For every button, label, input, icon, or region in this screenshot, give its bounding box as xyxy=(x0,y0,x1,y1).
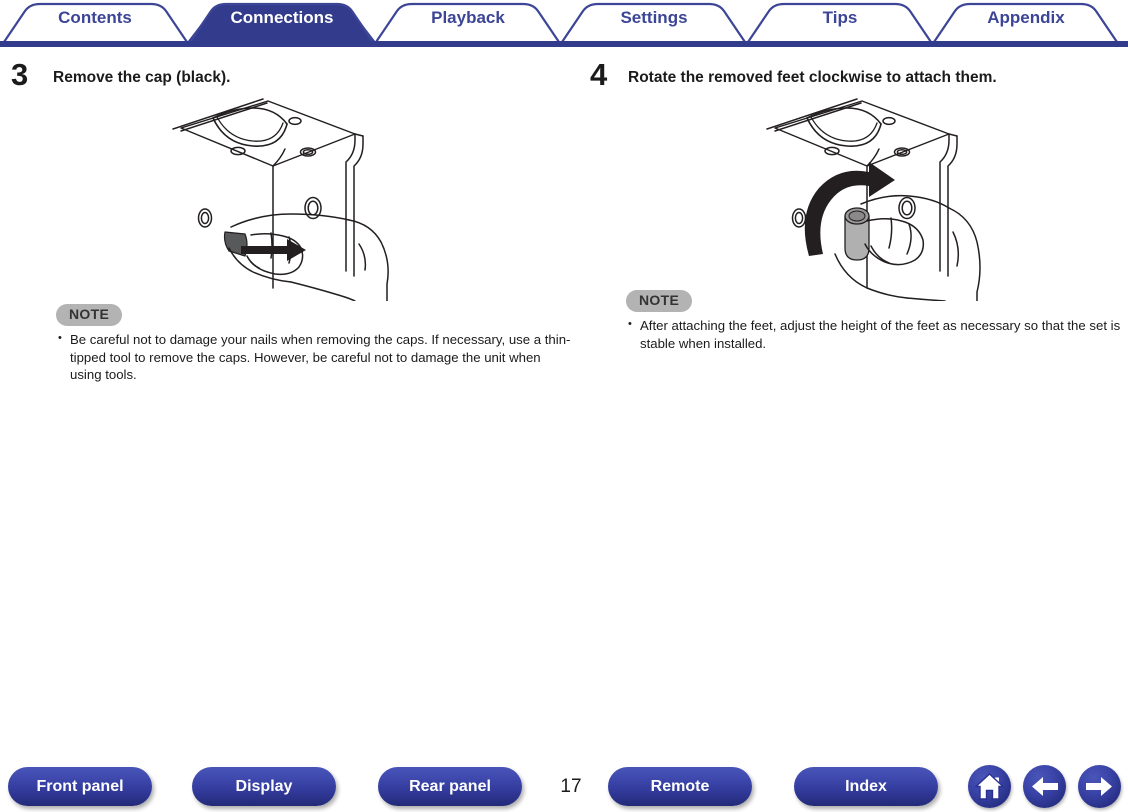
note-badge: NOTE xyxy=(626,290,693,312)
note-list: After attaching the feet, adjust the hei… xyxy=(626,316,1128,352)
figure-rotate-feet xyxy=(572,96,1128,301)
arrow-right-icon xyxy=(1086,777,1112,796)
home-icon xyxy=(974,773,1005,800)
tab-contents[interactable]: Contents xyxy=(35,7,155,29)
step-number: 4 xyxy=(590,57,608,92)
home-button[interactable] xyxy=(968,765,1011,808)
previous-page-button[interactable] xyxy=(1023,765,1066,808)
arrow-left-icon xyxy=(1032,777,1058,796)
note-item: After attaching the feet, adjust the hei… xyxy=(626,316,1128,352)
note-block: NOTE After attaching the feet, adjust th… xyxy=(626,290,1128,352)
tab-appendix[interactable]: Appendix xyxy=(966,7,1086,29)
step-heading: 3 Remove the cap (black). xyxy=(8,58,564,96)
note-item: Be careful not to damage your nails when… xyxy=(56,330,575,384)
step-title: Remove the cap (black). xyxy=(53,69,231,86)
front-panel-button[interactable]: Front panel xyxy=(8,767,152,806)
tab-tips[interactable]: Tips xyxy=(780,7,900,29)
note-block: NOTE Be careful not to damage your nails… xyxy=(56,304,570,384)
index-button[interactable]: Index xyxy=(794,767,938,806)
note-badge: NOTE xyxy=(56,304,123,326)
figure-remove-cap xyxy=(8,96,564,301)
remote-button[interactable]: Remote xyxy=(608,767,752,806)
step-number: 3 xyxy=(11,57,29,92)
tab-bar-shapes xyxy=(0,2,1128,47)
hand-rotating-foot-illustration xyxy=(766,98,981,301)
tab-bar-underline xyxy=(0,41,1128,47)
display-button[interactable]: Display xyxy=(192,767,336,806)
rear-panel-button[interactable]: Rear panel xyxy=(378,767,522,806)
bottom-nav-bar: Front panel Display Rear panel 17 Remote… xyxy=(0,762,1128,812)
hand-removing-cap-illustration xyxy=(172,98,389,301)
note-list: Be careful not to damage your nails when… xyxy=(56,330,570,384)
page-number: 17 xyxy=(560,776,582,797)
step-column-right: 4 Rotate the removed feet clockwise to a… xyxy=(572,58,1128,352)
tab-playback[interactable]: Playback xyxy=(408,7,528,29)
step-title: Rotate the removed feet clockwise to att… xyxy=(628,69,997,86)
step-column-left: 3 Remove the cap (black). NOTE • Be care… xyxy=(8,58,570,384)
next-page-button[interactable] xyxy=(1078,765,1121,808)
tab-settings[interactable]: Settings xyxy=(594,7,714,29)
tab-connections[interactable]: Connections xyxy=(212,7,352,29)
step-heading: 4 Rotate the removed feet clockwise to a… xyxy=(572,58,1128,96)
top-tab-bar[interactable]: Contents Connections Playback Settings T… xyxy=(0,0,1128,47)
